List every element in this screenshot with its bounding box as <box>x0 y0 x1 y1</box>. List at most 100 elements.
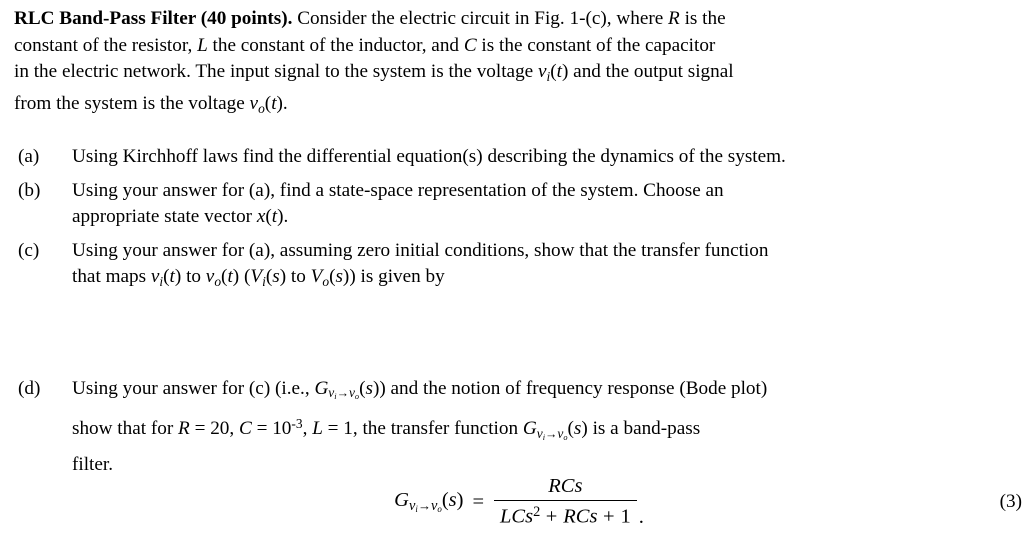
item-b-text-2b: . <box>283 206 289 228</box>
item-d-text-1b: ) and the notion of frequency response (… <box>379 377 768 399</box>
item-label-d: (d) <box>18 377 41 399</box>
list-item-a: (a) Using Kirchhoff laws find the differ… <box>14 144 1004 171</box>
item-b-line-1: Using your answer for (a), find a state-… <box>72 179 724 201</box>
item-label-c: (c) <box>18 239 40 261</box>
item-label-a: (a) <box>18 146 40 167</box>
paren-open: ( <box>441 488 449 511</box>
intro-line-1: RLC Band-Pass Filter (40 points). Consid… <box>14 6 1004 33</box>
math-G-vi-to-vo-of-s: Gvi→vo(s) <box>522 418 588 442</box>
math-Vo-of-s: Vo(s) <box>310 266 350 289</box>
symbol-s: s <box>365 377 373 399</box>
equation-number: (3) <box>999 491 1022 512</box>
intro-text-3b: and the output signal <box>568 61 734 83</box>
symbol-V: V <box>310 266 323 288</box>
denominator-plus-2: + <box>597 505 621 528</box>
symbol-G: G <box>394 488 409 511</box>
symbol-G: G <box>522 418 537 440</box>
item-d-line-1: Using your answer for (c) (i.e., Gvi→vo(… <box>72 376 1004 411</box>
symbol-v: v <box>537 61 547 83</box>
list-item-d: (d) Using your answer for (c) (i.e., Gvi… <box>14 376 1004 479</box>
symbol-R: R <box>668 8 680 29</box>
list-item-c: (c) Using your answer for (a), assuming … <box>14 238 1004 296</box>
problem-title: RLC Band-Pass Filter (40 points). <box>14 8 293 29</box>
item-c-text-2c: ( <box>239 266 251 288</box>
symbol-R: R <box>178 418 190 440</box>
math-vi-of-t: vi(t) <box>537 61 568 84</box>
denominator-term-2: RCs <box>563 505 598 528</box>
equation-period: . <box>638 506 644 528</box>
intro-line-4: from the system is the voltage vo(t). <box>14 91 1004 122</box>
item-d-text-2b: = 20, <box>189 418 239 440</box>
item-a-line-1: Using Kirchhoff laws find the differenti… <box>72 146 786 167</box>
item-d-text-2d: , <box>302 418 313 440</box>
intro-text-1a: Consider the electric circuit in Fig. 1-… <box>292 8 669 29</box>
math-G-vi-to-vo-of-s: Gvi→vo(s) <box>314 377 379 402</box>
intro-line-3: in the electric network. The input signa… <box>14 59 1004 90</box>
symbol-C: C <box>463 34 477 56</box>
symbol-V: V <box>250 266 263 288</box>
item-body-d: Using your answer for (c) (i.e., Gvi→vo(… <box>72 376 1004 479</box>
denominator-term-1: LCs <box>500 505 534 528</box>
math-Vi-of-s: Vi(s) <box>250 266 286 289</box>
fraction-numerator: RCs <box>548 475 583 497</box>
item-c-text-2d: to <box>286 266 311 288</box>
symbol-G: G <box>314 377 329 399</box>
item-c-text-2a: that maps <box>72 266 151 288</box>
item-d-line-3: filter. <box>72 453 114 475</box>
arrow-icon: → <box>336 386 349 401</box>
displayed-equation-block: Gvi→vo(s) = RCs LCs2 + RCs + 1 . (3) <box>14 471 1024 533</box>
symbol-s: s <box>448 488 457 511</box>
item-d-text-2a: show that for <box>72 418 179 440</box>
equation-subscript: vi→vo <box>409 498 442 514</box>
arrow-icon: → <box>545 427 558 442</box>
item-d-text-2c: = 10 <box>251 418 292 440</box>
item-body-c: Using your answer for (a), assuming zero… <box>72 238 1004 296</box>
intro-text-3a: in the electric network. The input signa… <box>14 61 538 83</box>
intro-line-2: constant of the resistor, L the constant… <box>14 33 1004 60</box>
math-vi-of-t: vi(t) <box>151 266 181 289</box>
exponent-minus-3: -3 <box>291 416 303 432</box>
transfer-subscript: vi→vo <box>328 385 359 401</box>
math-vo-of-t: vo(t) <box>249 92 283 116</box>
intro-text-2c: is the constant of the capacitor <box>476 34 716 56</box>
denominator-term-3: 1 <box>620 505 631 528</box>
enumerated-list: (a) Using Kirchhoff laws find the differ… <box>14 144 1022 528</box>
intro-text-4a: from the system is the voltage <box>14 92 250 114</box>
intro-paragraph: RLC Band-Pass Filter (40 points). Consid… <box>14 6 1004 122</box>
item-d-line-2: show that for R = 20, C = 10-3, L = 1, t… <box>72 411 1004 452</box>
subscript-o: o <box>258 100 265 116</box>
fraction: RCs LCs2 + RCs + 1 <box>494 475 637 529</box>
item-body-b: Using your answer for (a), find a state-… <box>72 178 1004 231</box>
fraction-denominator: LCs2 + RCs + 1 <box>494 501 637 529</box>
intro-text-2b: the constant of the inductor, and <box>207 34 464 56</box>
intro-text-1b: is the <box>679 8 726 29</box>
math-vo-of-t: vo(t) <box>206 266 239 289</box>
symbol-v: v <box>249 92 259 114</box>
symbol-s: s <box>272 266 280 288</box>
symbol-L: L <box>312 418 323 440</box>
equation-3: Gvi→vo(s) = RCs LCs2 + RCs + 1 . <box>14 471 1024 533</box>
equation-lhs: Gvi→vo(s) <box>394 489 463 515</box>
symbol-C: C <box>238 418 252 440</box>
item-label-b: (b) <box>18 179 41 201</box>
item-body-a: Using Kirchhoff laws find the differenti… <box>72 144 1004 171</box>
intro-text-2a: constant of the resistor, <box>14 34 198 56</box>
item-c-line-2: that maps vi(t) to vo(t) (Vi(s) to Vo(s)… <box>72 264 1004 295</box>
symbol-L: L <box>197 34 208 56</box>
equals-sign: = <box>472 490 485 513</box>
item-b-text-2a: appropriate state vector <box>72 206 257 228</box>
denominator-plus-1: + <box>540 505 564 528</box>
item-b-line-2: appropriate state vector x(t). <box>72 204 1004 231</box>
item-c-text-2b: to <box>181 266 206 288</box>
transfer-subscript: vi→vo <box>537 426 568 442</box>
document-page: RLC Band-Pass Filter (40 points). Consid… <box>0 0 1024 528</box>
item-d-text-2f: is a band-pass <box>587 418 701 440</box>
item-c-line-1: Using your answer for (a), assuming zero… <box>72 239 769 261</box>
symbol-s: s <box>335 266 343 288</box>
list-item-b: (b) Using your answer for (a), find a st… <box>14 178 1004 231</box>
item-c-text-2e: ) is given by <box>349 266 445 288</box>
paren-close: ) <box>456 488 464 511</box>
intro-text-4b: . <box>282 92 288 114</box>
math-x-of-t: x(t) <box>257 206 284 227</box>
item-d-text-1a: Using your answer for (c) (i.e., <box>72 377 315 399</box>
